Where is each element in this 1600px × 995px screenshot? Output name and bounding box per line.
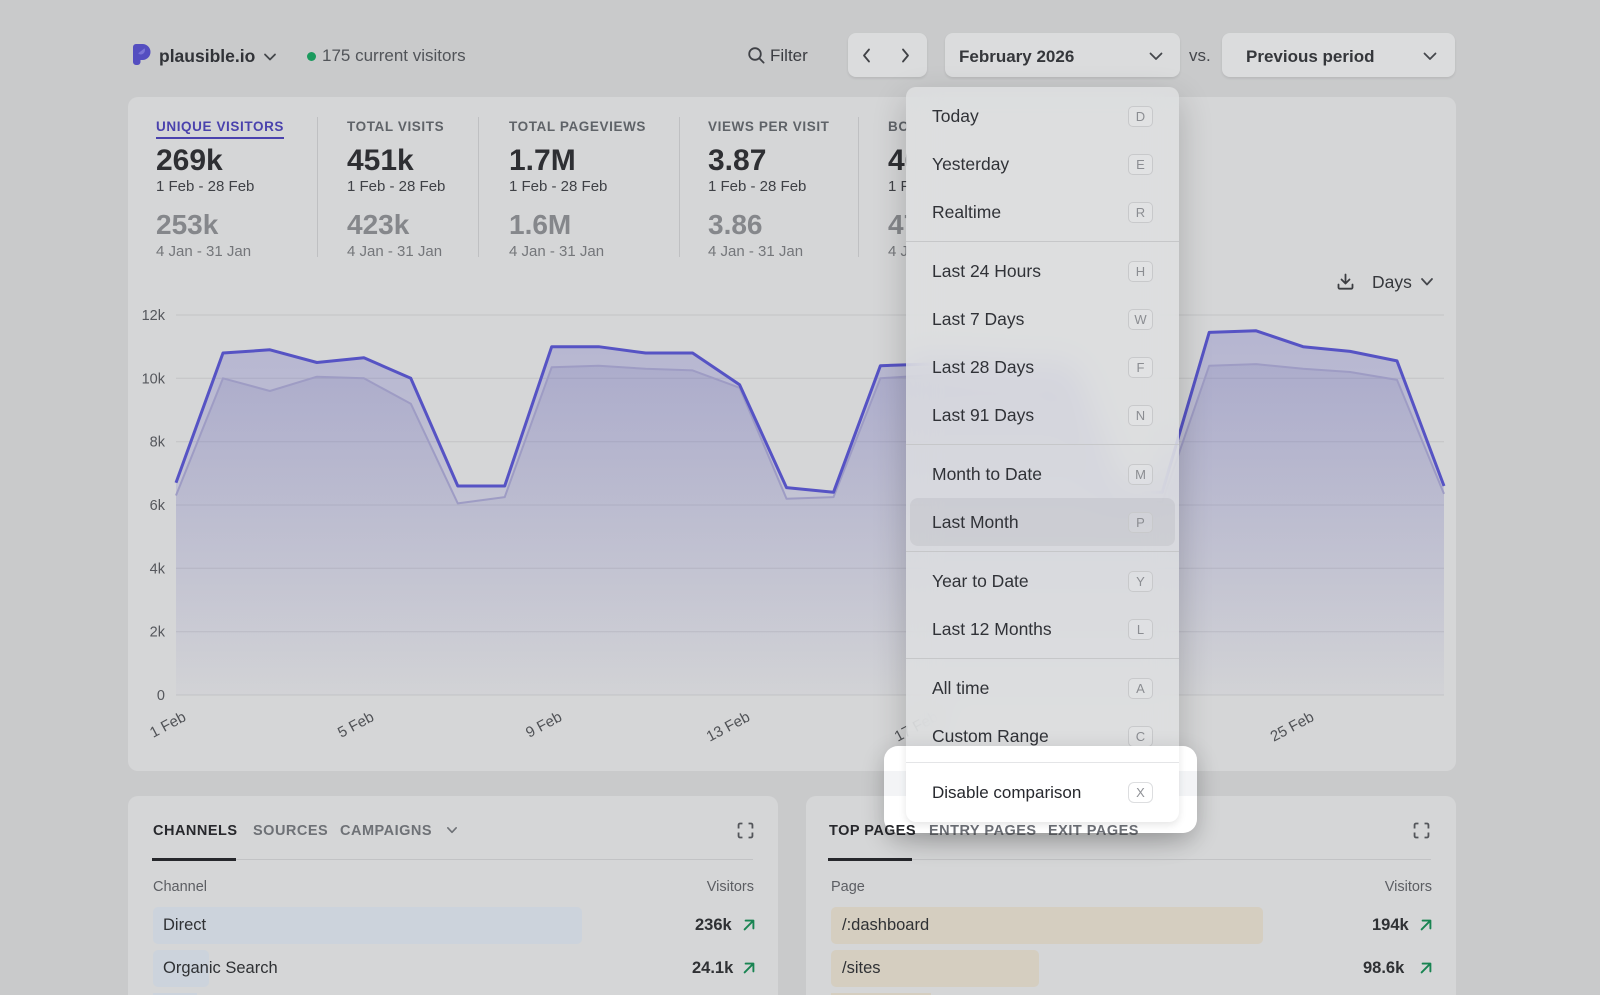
svg-text:9 Feb: 9 Feb (523, 709, 565, 742)
svg-text:8k: 8k (150, 435, 166, 451)
svg-text:12k: 12k (142, 308, 166, 324)
svg-text:2k: 2k (150, 625, 166, 641)
svg-text:4k: 4k (150, 561, 166, 577)
svg-text:1 Feb: 1 Feb (147, 709, 189, 742)
svg-text:13 Feb: 13 Feb (704, 709, 753, 746)
svg-text:10k: 10k (142, 371, 166, 387)
svg-text:5 Feb: 5 Feb (335, 709, 377, 742)
svg-text:6k: 6k (150, 498, 166, 514)
svg-text:25 Feb: 25 Feb (1268, 709, 1317, 746)
svg-text:0: 0 (157, 688, 165, 704)
